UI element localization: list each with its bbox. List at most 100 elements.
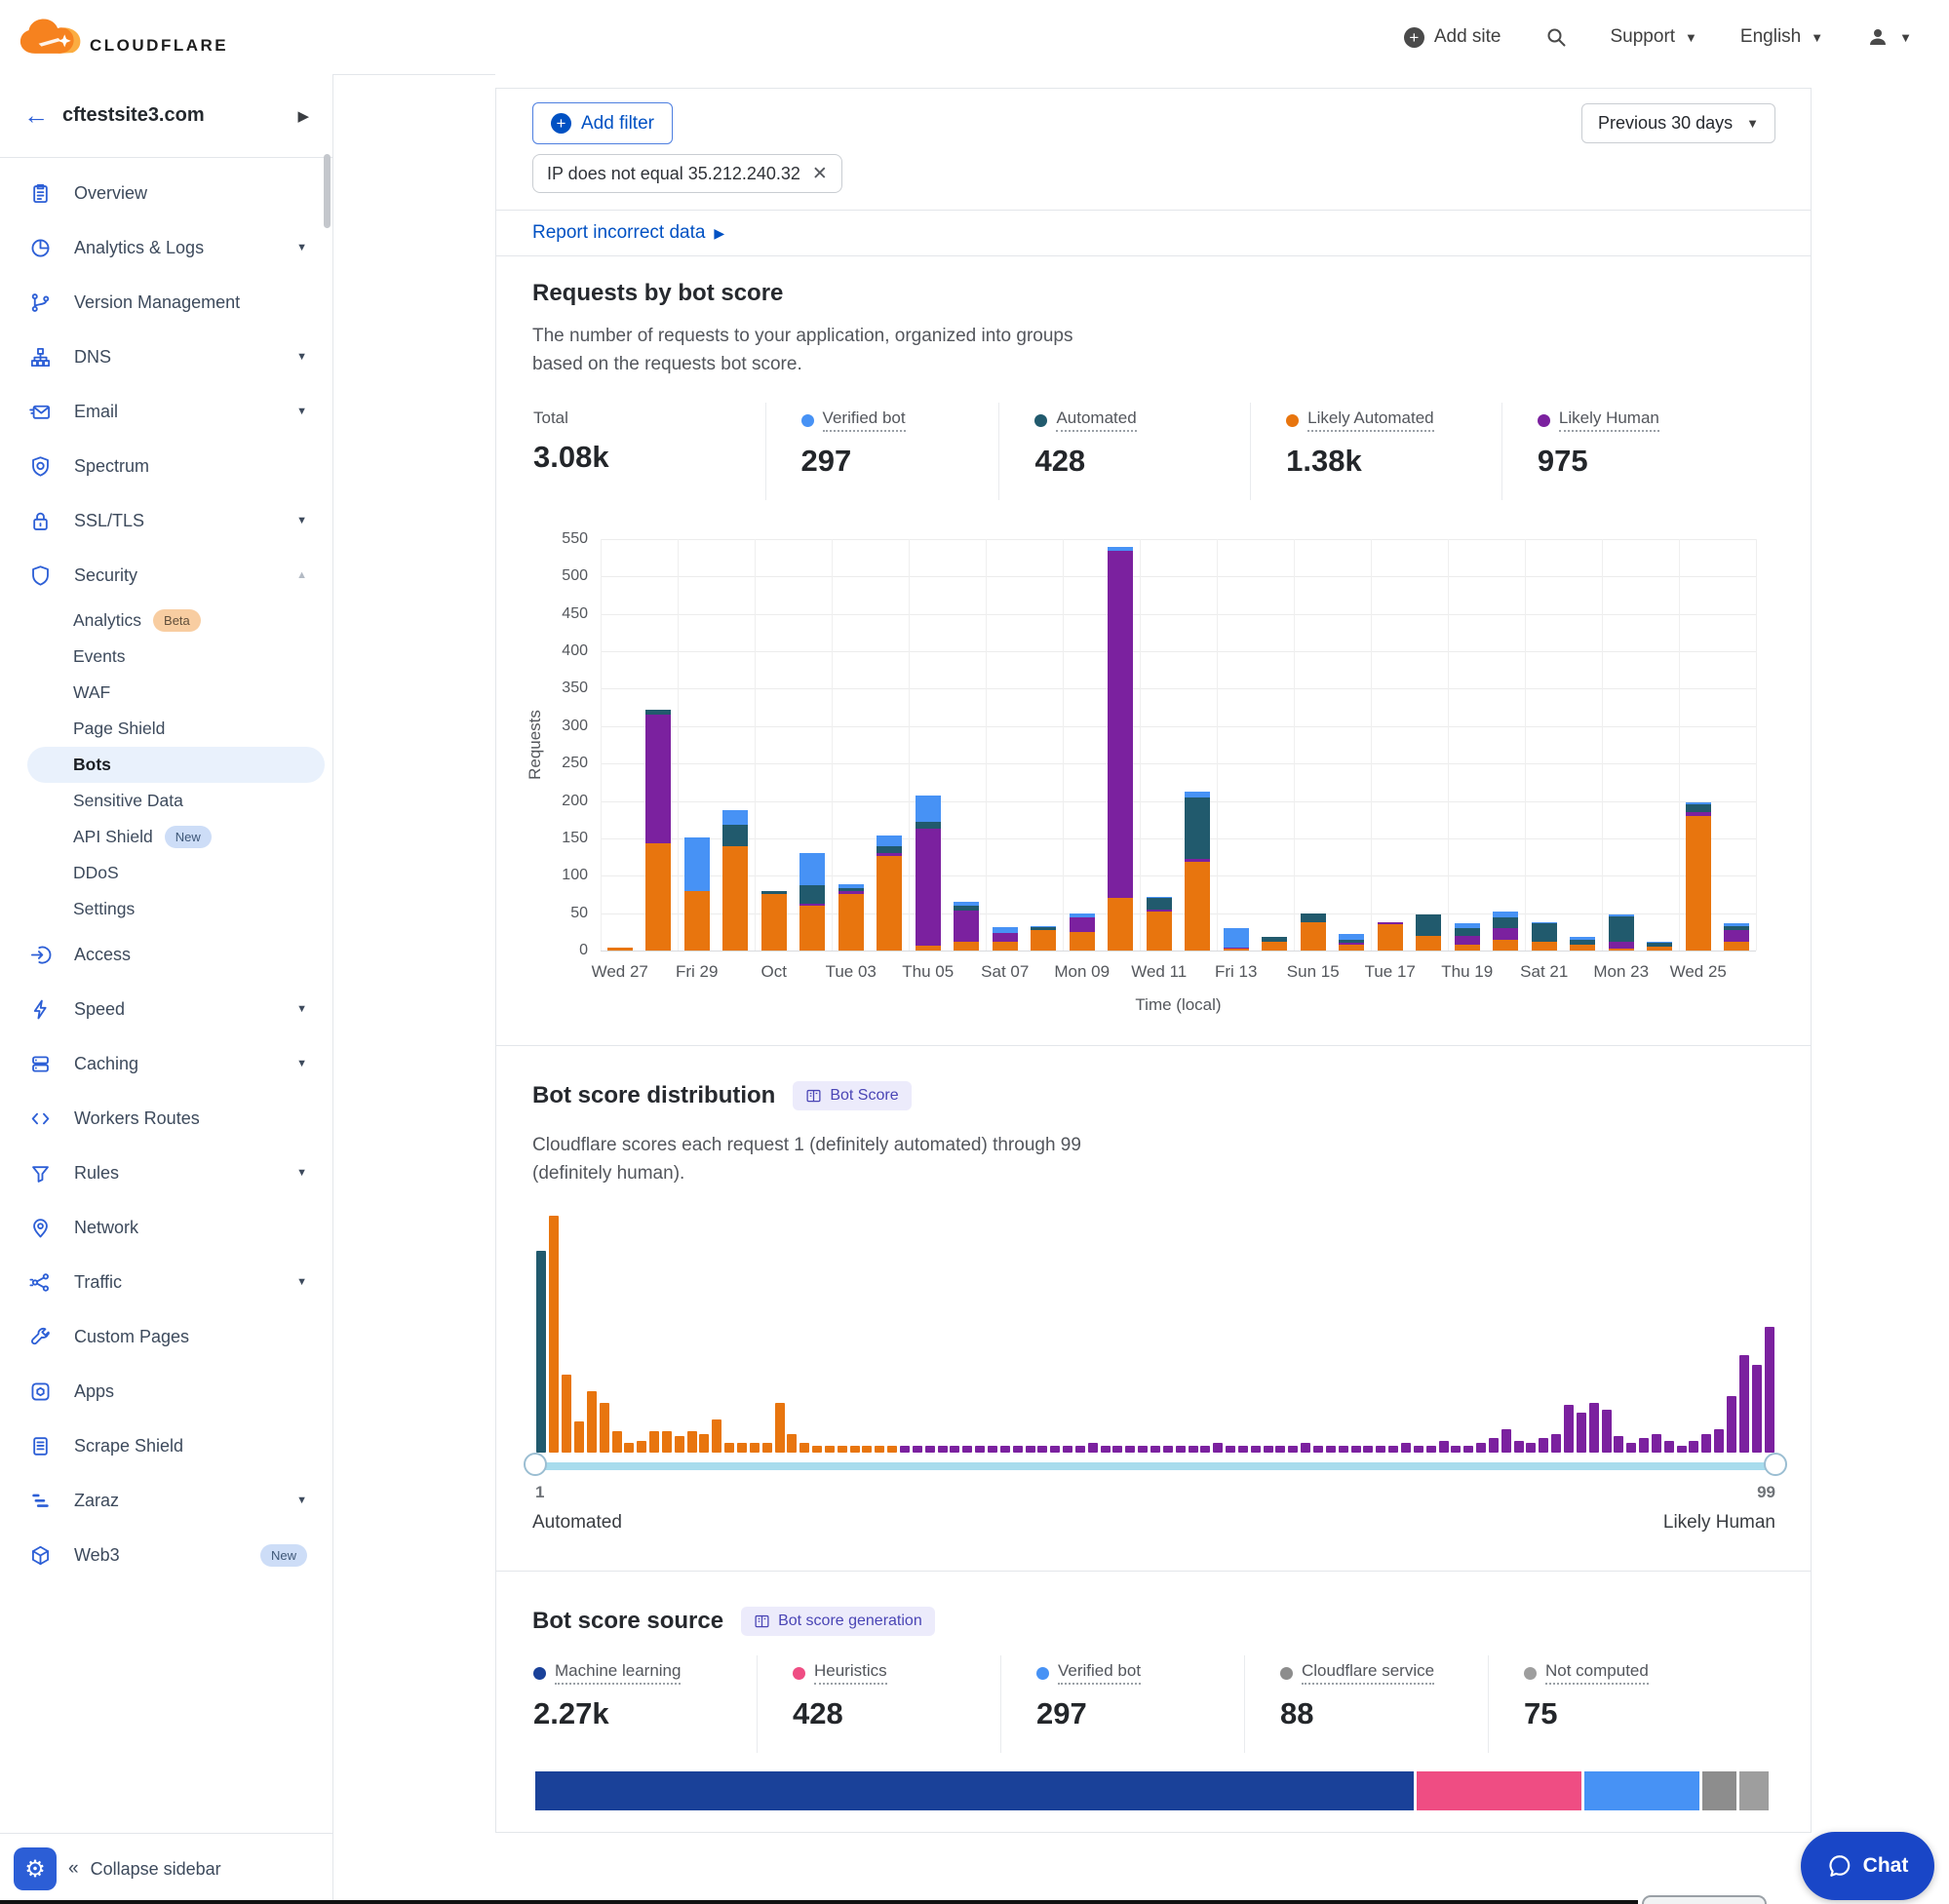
histogram-bar[interactable] bbox=[925, 1446, 935, 1453]
bar-segment-likely-automated[interactable] bbox=[1724, 942, 1749, 951]
bar-segment-automated[interactable] bbox=[645, 710, 671, 715]
histogram-bar[interactable] bbox=[1476, 1443, 1486, 1453]
account-menu[interactable]: ▼ bbox=[1866, 25, 1912, 49]
histogram-bar[interactable] bbox=[1689, 1441, 1698, 1453]
histogram-bar[interactable] bbox=[1339, 1446, 1348, 1453]
bar-segment-likely-automated[interactable] bbox=[1339, 945, 1364, 951]
histogram-bar[interactable] bbox=[1639, 1438, 1649, 1453]
bar-segment-automated[interactable] bbox=[1031, 927, 1056, 929]
bar-segment-likely-automated[interactable] bbox=[1455, 945, 1480, 951]
histogram-bar[interactable] bbox=[1063, 1446, 1072, 1453]
histogram-bar[interactable] bbox=[1463, 1446, 1473, 1453]
histogram-bar[interactable] bbox=[1677, 1446, 1687, 1453]
language-menu[interactable]: English ▼ bbox=[1740, 26, 1823, 48]
stat-label[interactable]: Verified bot bbox=[1058, 1661, 1141, 1685]
histogram-bar[interactable] bbox=[1714, 1429, 1724, 1453]
sidebar-item-events[interactable]: Events bbox=[27, 639, 325, 675]
bar-segment-likely-human[interactable] bbox=[1185, 859, 1210, 862]
histogram-bar[interactable] bbox=[750, 1443, 760, 1453]
sidebar-item-email[interactable]: Email▼ bbox=[0, 384, 332, 439]
bar-segment-verified-bot[interactable] bbox=[1108, 547, 1133, 551]
stat-label[interactable]: Verified bot bbox=[823, 408, 906, 432]
stat-label[interactable]: Cloudflare service bbox=[1302, 1661, 1434, 1685]
bar-segment-likely-human[interactable] bbox=[1147, 910, 1172, 912]
bar-segment-likely-automated[interactable] bbox=[993, 942, 1018, 951]
histogram-bar[interactable] bbox=[712, 1419, 721, 1453]
sidebar-item-ssl-tls[interactable]: SSL/TLS▼ bbox=[0, 493, 332, 548]
cloudflare-logo[interactable]: CLOUDFLARE bbox=[18, 17, 228, 58]
bar-segment-likely-automated[interactable] bbox=[1609, 949, 1634, 951]
histogram-bar[interactable] bbox=[1376, 1446, 1385, 1453]
stat-label[interactable]: Likely Automated bbox=[1307, 408, 1433, 432]
bar-segment-likely-automated[interactable] bbox=[1262, 942, 1287, 951]
histogram-bar[interactable] bbox=[1426, 1446, 1436, 1453]
bar-segment-likely-human[interactable] bbox=[1686, 812, 1711, 816]
histogram-bar[interactable] bbox=[900, 1446, 910, 1453]
bar-segment-verified-bot[interactable] bbox=[1224, 928, 1249, 948]
bar-segment-verified-bot[interactable] bbox=[838, 884, 864, 888]
sidebar-item-speed[interactable]: Speed▼ bbox=[0, 982, 332, 1036]
histogram-bar[interactable] bbox=[887, 1446, 897, 1453]
sidebar-item-dns[interactable]: DNS▼ bbox=[0, 330, 332, 384]
histogram-bar[interactable] bbox=[1200, 1446, 1210, 1453]
histogram-bar[interactable] bbox=[1026, 1446, 1035, 1453]
histogram-bar[interactable] bbox=[862, 1446, 872, 1453]
bar-segment-likely-human[interactable] bbox=[1378, 922, 1403, 924]
histogram-bar[interactable] bbox=[1564, 1405, 1574, 1453]
histogram-bar[interactable] bbox=[1013, 1446, 1023, 1453]
histogram-bar[interactable] bbox=[850, 1446, 860, 1453]
histogram-bar[interactable] bbox=[1238, 1446, 1248, 1453]
bar-segment-verified-bot[interactable] bbox=[799, 853, 825, 886]
bar-segment-likely-automated[interactable] bbox=[1570, 945, 1595, 951]
chevron-right-icon[interactable]: ▶ bbox=[297, 107, 309, 125]
histogram-bar[interactable] bbox=[1275, 1446, 1285, 1453]
bar-segment-verified-bot[interactable] bbox=[1455, 923, 1480, 928]
source-segment-machine-learning[interactable] bbox=[535, 1771, 1414, 1810]
histogram-bar[interactable] bbox=[562, 1375, 571, 1453]
histogram-bar[interactable] bbox=[1264, 1446, 1273, 1453]
histogram-bar[interactable] bbox=[1226, 1446, 1235, 1453]
histogram-bar[interactable] bbox=[624, 1443, 634, 1453]
bar-segment-automated[interactable] bbox=[1339, 940, 1364, 943]
stat-label[interactable]: Not computed bbox=[1545, 1661, 1649, 1685]
histogram-bar[interactable] bbox=[988, 1446, 997, 1453]
histogram-bar[interactable] bbox=[637, 1441, 646, 1453]
bar-segment-automated[interactable] bbox=[1301, 913, 1326, 922]
histogram-bar[interactable] bbox=[787, 1434, 797, 1453]
histogram-bar[interactable] bbox=[1351, 1446, 1361, 1453]
histogram-bar[interactable] bbox=[838, 1446, 847, 1453]
histogram-bar[interactable] bbox=[1526, 1443, 1536, 1453]
bar-segment-verified-bot[interactable] bbox=[1724, 923, 1749, 926]
sidebar-item-waf[interactable]: WAF bbox=[27, 675, 325, 711]
bar-segment-likely-automated[interactable] bbox=[761, 894, 787, 951]
histogram-bar[interactable] bbox=[825, 1446, 835, 1453]
histogram-bar[interactable] bbox=[574, 1421, 584, 1453]
histogram-bar[interactable] bbox=[1150, 1446, 1160, 1453]
bar-segment-likely-automated[interactable] bbox=[916, 946, 941, 951]
bar-segment-likely-human[interactable] bbox=[1724, 930, 1749, 942]
histogram-bar[interactable] bbox=[1288, 1446, 1298, 1453]
slider-handle-max[interactable] bbox=[1764, 1453, 1787, 1476]
histogram-bar[interactable] bbox=[1514, 1441, 1524, 1453]
bar-segment-likely-human[interactable] bbox=[645, 715, 671, 843]
histogram-bar[interactable] bbox=[913, 1446, 922, 1453]
support-menu[interactable]: Support ▼ bbox=[1611, 26, 1697, 48]
histogram-bar[interactable] bbox=[687, 1431, 697, 1453]
sidebar-item-ddos[interactable]: DDoS bbox=[27, 855, 325, 891]
source-segment-cloudflare-service[interactable] bbox=[1702, 1771, 1736, 1810]
bar-segment-likely-automated[interactable] bbox=[1301, 922, 1326, 951]
bar-segment-likely-automated[interactable] bbox=[1532, 942, 1557, 951]
bar-segment-likely-automated[interactable] bbox=[645, 843, 671, 951]
histogram-bar[interactable] bbox=[762, 1443, 772, 1453]
sidebar-item-apps[interactable]: Apps bbox=[0, 1364, 332, 1418]
bar-segment-likely-automated[interactable] bbox=[838, 894, 864, 951]
bar-segment-verified-bot[interactable] bbox=[1609, 914, 1634, 916]
bar-segment-automated[interactable] bbox=[761, 891, 787, 893]
bar-segment-likely-automated[interactable] bbox=[607, 948, 633, 951]
bar-segment-automated[interactable] bbox=[1262, 937, 1287, 942]
bar-segment-automated[interactable] bbox=[1455, 928, 1480, 936]
sidebar-item-caching[interactable]: Caching▼ bbox=[0, 1036, 332, 1091]
histogram-bar[interactable] bbox=[1577, 1413, 1586, 1453]
histogram-bar[interactable] bbox=[724, 1443, 734, 1453]
bar-segment-likely-automated[interactable] bbox=[1185, 862, 1210, 951]
